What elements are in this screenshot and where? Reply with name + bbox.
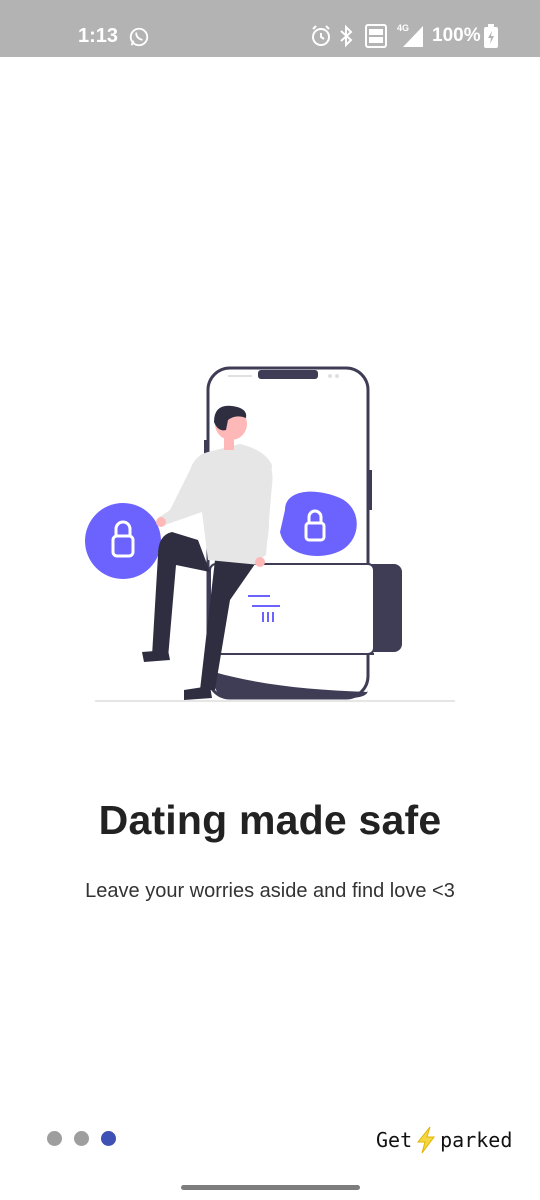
onboarding-title: Dating made safe (98, 797, 442, 843)
page-dot-1[interactable] (47, 1131, 62, 1146)
cta-text-get: Get (376, 1128, 413, 1152)
battery-icon (484, 24, 498, 48)
whatsapp-icon (129, 27, 149, 47)
home-indicator[interactable] (181, 1185, 360, 1190)
get-sparked-button[interactable]: Get parked (376, 1126, 512, 1154)
volte-icon (365, 24, 387, 48)
status-time: 1:13 (78, 25, 119, 47)
page-dot-2[interactable] (74, 1131, 89, 1146)
status-bar: 1:13 4G 100% (0, 0, 540, 57)
cta-text-parked: parked (440, 1128, 513, 1152)
signal-icon: 4G (397, 23, 423, 47)
bluetooth-icon (340, 24, 353, 48)
svg-text:4G: 4G (397, 23, 409, 33)
page-dot-3-active[interactable] (101, 1131, 116, 1146)
onboarding-subtitle: Leave your worries aside and find love <… (85, 880, 455, 902)
lightning-bolt-icon (417, 1126, 436, 1154)
alarm-icon (312, 25, 330, 46)
battery-percent: 100% (432, 25, 481, 46)
safety-illustration (85, 366, 455, 702)
